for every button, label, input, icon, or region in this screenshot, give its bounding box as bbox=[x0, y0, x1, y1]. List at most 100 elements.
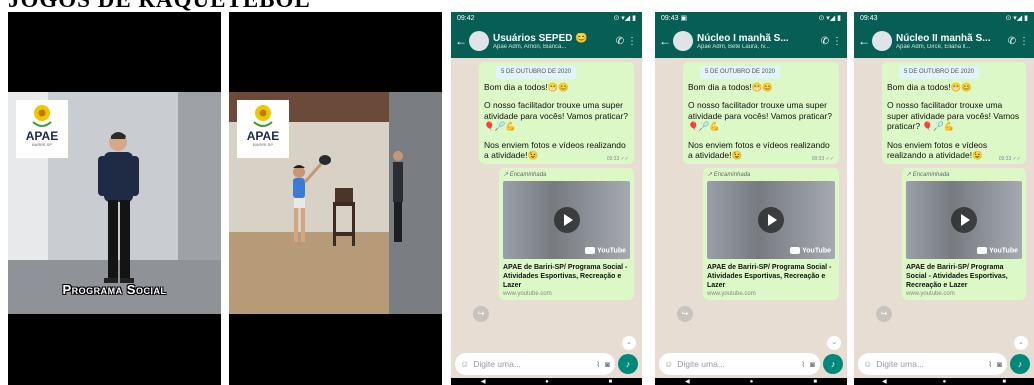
status-icons: ⊙ ▾◢ ▮ bbox=[1005, 15, 1028, 22]
message-body: O nosso facilitador trouxe uma super ati… bbox=[484, 100, 628, 131]
emoji-icon[interactable]: ☺ bbox=[863, 359, 872, 369]
share-icon[interactable]: ↪ bbox=[473, 306, 489, 322]
chevron-down-icon[interactable]: ⌄ bbox=[622, 336, 636, 350]
microphone-icon[interactable]: ♪ bbox=[618, 354, 638, 374]
chat-info[interactable]: Núcleo II manhã S... Apae Adm, Dirce, El… bbox=[896, 33, 1006, 50]
phone-plus-icon[interactable]: ✆ bbox=[614, 36, 626, 47]
forwarded-label: ↗ Encaminhada bbox=[707, 171, 751, 178]
emoji-icon[interactable]: ☺ bbox=[460, 359, 469, 369]
nav-recents-icon[interactable]: ■ bbox=[609, 379, 613, 385]
input-placeholder: Digite uma... bbox=[473, 359, 521, 369]
microphone-icon[interactable]: ♪ bbox=[823, 354, 843, 374]
android-nav-bar: ◀ ● ■ bbox=[854, 378, 1034, 385]
youtube-icon bbox=[790, 247, 801, 255]
message-body: O nosso facilitador trouxe uma super ati… bbox=[688, 100, 832, 131]
link-title[interactable]: APAE de Bariri-SP/ Programa Social - Ati… bbox=[503, 263, 630, 290]
message-input[interactable]: ☺ Digite uma... ⌇ ◙ bbox=[659, 353, 820, 375]
android-nav-bar: ◀ ● ■ bbox=[451, 378, 642, 385]
status-icons: ⊙ ▾◢ ▮ bbox=[818, 15, 841, 22]
phone-plus-icon[interactable]: ✆ bbox=[819, 36, 831, 47]
link-url: www.youtube.com bbox=[707, 290, 756, 297]
message-bubble[interactable]: 5 DE OUTUBRO DE 2020 Bom dia a todos!😁😊 … bbox=[882, 62, 1026, 164]
chevron-down-icon[interactable]: ⌄ bbox=[827, 336, 841, 350]
link-url: www.youtube.com bbox=[503, 290, 552, 297]
link-title[interactable]: APAE de Bariri-SP/ Programa Social - Ati… bbox=[906, 263, 1022, 290]
youtube-badge: YouTube bbox=[977, 247, 1018, 255]
nav-recents-icon[interactable]: ■ bbox=[813, 379, 817, 385]
forwarded-message[interactable]: ↗ Encaminhada YouTube APAE de Bariri-SP/… bbox=[902, 167, 1026, 300]
nav-back-icon[interactable]: ◀ bbox=[685, 378, 690, 385]
video-panel-2[interactable]: APAE BARIRI-SP bbox=[229, 12, 442, 385]
nav-back-icon[interactable]: ◀ bbox=[481, 378, 486, 385]
more-vert-icon[interactable]: ⋮ bbox=[831, 36, 843, 47]
input-placeholder: Digite uma... bbox=[677, 359, 725, 369]
whatsapp-screen-3: 09:43 ⊙ ▾◢ ▮ ← Núcleo II manhã S... Apae… bbox=[854, 12, 1034, 385]
camera-icon[interactable]: ◙ bbox=[997, 360, 1002, 369]
emoji-icon[interactable]: ☺ bbox=[664, 359, 673, 369]
date-chip: 5 DE OUTUBRO DE 2020 bbox=[899, 66, 980, 79]
share-icon[interactable]: ↪ bbox=[677, 306, 693, 322]
chat-header: ← Usuários SEPED 😊 Apae Adm, Arnon, Bian… bbox=[451, 24, 642, 58]
play-icon[interactable] bbox=[951, 206, 977, 233]
chat-info[interactable]: Núcleo I manhã S... Apae Adm, Bete Laura… bbox=[697, 33, 819, 50]
group-avatar[interactable] bbox=[469, 31, 489, 51]
group-avatar[interactable] bbox=[673, 31, 693, 51]
page-title: JOGOS DE RAQUETEBOL bbox=[8, 0, 311, 11]
chat-area[interactable]: 5 DE OUTUBRO DE 2020 Bom dia a todos!😁😊 … bbox=[854, 58, 1034, 350]
chat-area[interactable]: 5 DE OUTUBRO DE 2020 Bom dia a todos!😁😊 … bbox=[655, 58, 847, 350]
forwarded-label: ↗ Encaminhada bbox=[906, 171, 950, 178]
sunflower-icon bbox=[253, 105, 273, 127]
arrow-left-icon[interactable]: ← bbox=[659, 34, 671, 48]
group-avatar[interactable] bbox=[872, 31, 892, 51]
message-input[interactable]: ☺ Digite uma... ⌇ ◙ bbox=[858, 353, 1007, 375]
message-time: 09:33 ✓✓ bbox=[811, 156, 834, 162]
date-chip: 5 DE OUTUBRO DE 2020 bbox=[700, 66, 781, 79]
link-url: www.youtube.com bbox=[906, 290, 955, 297]
apae-logo: APAE BARIRI-SP bbox=[16, 100, 68, 158]
chat-members: Apae Adm, Bete Laura, Iv... bbox=[697, 43, 770, 50]
youtube-label: YouTube bbox=[802, 247, 831, 255]
nav-recents-icon[interactable]: ■ bbox=[1002, 379, 1006, 385]
chevron-down-icon[interactable]: ⌄ bbox=[1014, 336, 1028, 350]
nav-home-icon[interactable]: ● bbox=[943, 379, 947, 385]
paperclip-icon[interactable]: ⌇ bbox=[801, 360, 805, 369]
chat-area[interactable]: 5 DE OUTUBRO DE 2020 Bom dia a todos!😁😊 … bbox=[451, 58, 642, 350]
forwarded-message[interactable]: ↗ Encaminhada YouTube APAE de Bariri-SP/… bbox=[703, 167, 839, 300]
message-greeting: Bom dia a todos!😁😊 bbox=[484, 81, 569, 92]
sunflower-icon bbox=[32, 105, 52, 127]
link-title[interactable]: APAE de Bariri-SP/ Programa Social - Ati… bbox=[707, 263, 835, 290]
chat-info[interactable]: Usuários SEPED 😊 Apae Adm, Arnon, Bianca… bbox=[493, 33, 614, 50]
more-vert-icon[interactable]: ⋮ bbox=[1018, 36, 1030, 47]
video-thumbnail[interactable]: YouTube bbox=[906, 180, 1022, 259]
status-time: 09:43 ▣ bbox=[661, 15, 688, 22]
play-icon[interactable] bbox=[553, 206, 580, 233]
microphone-icon[interactable]: ♪ bbox=[1010, 354, 1030, 374]
status-icons: ⊙ ▾◢ ▮ bbox=[613, 15, 636, 22]
youtube-icon bbox=[977, 247, 988, 255]
camera-icon[interactable]: ◙ bbox=[605, 360, 610, 369]
input-bar: ☺ Digite uma... ⌇ ◙ ♪ bbox=[451, 350, 642, 378]
arrow-left-icon[interactable]: ← bbox=[858, 34, 870, 48]
camera-icon[interactable]: ◙ bbox=[810, 360, 815, 369]
nav-back-icon[interactable]: ◀ bbox=[882, 378, 887, 385]
play-icon[interactable] bbox=[758, 206, 784, 233]
more-vert-icon[interactable]: ⋮ bbox=[626, 36, 638, 47]
message-bubble[interactable]: 5 DE OUTUBRO DE 2020 Bom dia a todos!😁😊 … bbox=[479, 62, 634, 164]
phone-plus-icon[interactable]: ✆ bbox=[1006, 36, 1018, 47]
share-icon[interactable]: ↪ bbox=[876, 306, 892, 322]
paperclip-icon[interactable]: ⌇ bbox=[988, 360, 992, 369]
paperclip-icon[interactable]: ⌇ bbox=[596, 360, 600, 369]
message-input[interactable]: ☺ Digite uma... ⌇ ◙ bbox=[455, 353, 615, 375]
message-request: Nos enviem fotos e vídeos realizando a a… bbox=[688, 139, 830, 161]
nav-home-icon[interactable]: ● bbox=[750, 379, 754, 385]
youtube-label: YouTube bbox=[597, 247, 626, 255]
forwarded-message[interactable]: ↗ Encaminhada YouTube APAE de Bariri-SP/… bbox=[499, 167, 634, 300]
video-thumbnail[interactable]: YouTube bbox=[503, 180, 630, 259]
video-panel-1[interactable]: APAE BARIRI-SP Programa Social bbox=[8, 12, 221, 385]
nav-home-icon[interactable]: ● bbox=[545, 379, 549, 385]
arrow-left-icon[interactable]: ← bbox=[455, 34, 467, 48]
message-bubble[interactable]: 5 DE OUTUBRO DE 2020 Bom dia a todos!😁😊 … bbox=[683, 62, 839, 164]
youtube-badge: YouTube bbox=[585, 247, 626, 255]
video-thumbnail[interactable]: YouTube bbox=[707, 180, 835, 259]
android-nav-bar: ◀ ● ■ bbox=[655, 378, 847, 385]
